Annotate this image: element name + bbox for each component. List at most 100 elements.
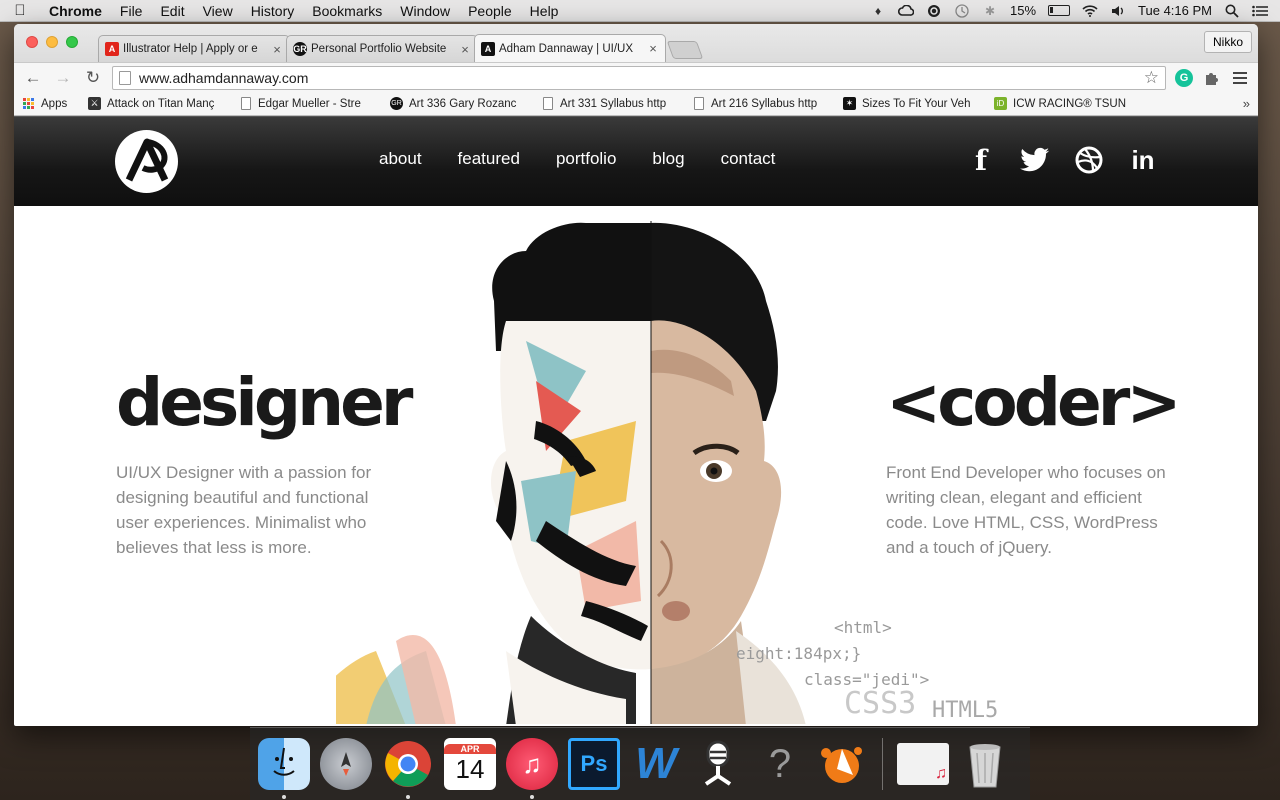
- bookmark-label: Sizes To Fit Your Veh: [862, 97, 971, 110]
- nav-blog[interactable]: blog: [652, 149, 684, 169]
- gr-icon: GR: [390, 97, 403, 110]
- tab-title: Adham Dannaway | UI/UX: [499, 42, 634, 55]
- window-zoom-button[interactable]: [66, 36, 78, 48]
- bookmark-art-331[interactable]: Art 331 Syllabus http: [541, 97, 692, 110]
- designer-heading: designer: [116, 364, 413, 441]
- dock-unknown-app-icon[interactable]: ?: [754, 738, 806, 790]
- dock-launchpad-icon[interactable]: [320, 738, 372, 790]
- bookmark-edgar-mueller[interactable]: Edgar Mueller - Stre: [239, 97, 390, 110]
- tab-strip: A Illustrator Help | Apply or e × GR Per…: [14, 24, 1258, 62]
- nav-about[interactable]: about: [379, 149, 422, 169]
- code-snippet-html5: HTML5: [932, 698, 999, 723]
- hero-section: designer UI/UX Designer with a passion f…: [14, 206, 1258, 724]
- dock-itunes-icon[interactable]: ♫: [506, 738, 558, 799]
- dock-photoshop-icon[interactable]: Ps: [568, 738, 620, 790]
- battery-percent: 15%: [1010, 3, 1037, 18]
- twitter-icon[interactable]: [1020, 145, 1050, 175]
- bookmark-icw-racing[interactable]: iD ICW RACING® TSUN: [994, 97, 1145, 110]
- dock-separator: [882, 738, 883, 790]
- ad-logo-icon: A: [481, 41, 495, 56]
- profile-button[interactable]: Nikko: [1203, 31, 1252, 53]
- dock-avast-icon[interactable]: [816, 738, 868, 790]
- social-links: f in: [966, 144, 1158, 177]
- bookmark-sizes-to-fit[interactable]: ✶ Sizes To Fit Your Veh: [843, 97, 994, 110]
- chrome-window: A Illustrator Help | Apply or e × GR Per…: [14, 24, 1258, 726]
- spotlight-search-icon[interactable]: [1224, 4, 1240, 18]
- url-text[interactable]: www.adhamdannaway.com: [139, 70, 308, 86]
- notification-center-icon[interactable]: [1252, 4, 1268, 18]
- dock-finder-icon[interactable]: [258, 738, 310, 799]
- menu-app-chrome[interactable]: Chrome: [40, 3, 111, 19]
- menu-bookmarks[interactable]: Bookmarks: [303, 3, 391, 19]
- forward-arrow-icon[interactable]: →: [52, 67, 74, 89]
- bookmark-apps[interactable]: Apps: [22, 97, 88, 110]
- chrome-menu-icon[interactable]: [1230, 68, 1250, 88]
- tab-adham-dannaway[interactable]: A Adham Dannaway | UI/UX ×: [474, 34, 666, 62]
- bookmarks-bar: Apps ⚔ Attack on Titan Manç Edgar Muelle…: [14, 92, 1258, 116]
- dock-word-icon[interactable]: W: [630, 738, 682, 790]
- coder-description: Front End Developer who focuses on writi…: [886, 463, 1166, 557]
- menu-window[interactable]: Window: [391, 3, 459, 19]
- tab-personal-portfolio[interactable]: GR Personal Portfolio Website ×: [286, 35, 478, 62]
- bookmark-label: Edgar Mueller - Stre: [258, 97, 361, 110]
- tab-title: Illustrator Help | Apply or e: [123, 43, 258, 55]
- code-snippet-html: <html>: [834, 618, 892, 637]
- menu-history[interactable]: History: [242, 3, 304, 19]
- bookmarks-overflow-chevron[interactable]: »: [1243, 96, 1250, 111]
- tab-close-icon[interactable]: ×: [271, 42, 283, 57]
- adobe-icon: A: [105, 42, 119, 56]
- doc-icon: [541, 97, 554, 110]
- dock-itunes-window-preview-icon[interactable]: ♫: [897, 743, 949, 785]
- wifi-icon[interactable]: [1082, 4, 1098, 18]
- grammarly-extension-icon[interactable]: G: [1174, 68, 1194, 88]
- code-snippet-css3: CSS3: [844, 686, 917, 721]
- tab-close-icon[interactable]: ×: [647, 41, 659, 56]
- time-machine-icon[interactable]: [954, 3, 970, 18]
- bluetooth-icon[interactable]: ✱: [982, 4, 998, 18]
- bookmark-label: Art 216 Syllabus http: [711, 97, 818, 110]
- site-header: about featured portfolio blog contact f …: [14, 116, 1258, 206]
- nav-featured[interactable]: featured: [458, 149, 520, 169]
- doc-icon: [239, 97, 252, 110]
- back-arrow-icon[interactable]: ←: [22, 67, 44, 89]
- menu-file[interactable]: File: [111, 3, 152, 19]
- dock-chrome-icon[interactable]: [382, 738, 434, 799]
- dock-podcast-icon[interactable]: [692, 738, 744, 790]
- reload-icon[interactable]: ↻: [82, 67, 104, 89]
- address-bar[interactable]: www.adhamdannaway.com ☆: [112, 65, 1166, 90]
- grammarly-status-icon[interactable]: [926, 4, 942, 18]
- creative-cloud-icon[interactable]: [898, 4, 915, 18]
- tab-close-icon[interactable]: ×: [459, 42, 471, 57]
- menu-edit[interactable]: Edit: [151, 3, 193, 19]
- volume-icon[interactable]: [1110, 4, 1126, 18]
- puzzle-extension-icon[interactable]: [1202, 68, 1222, 88]
- notification-bell-icon[interactable]: ♦: [870, 4, 886, 18]
- ad-logo[interactable]: [115, 130, 178, 193]
- bookmark-art-216[interactable]: Art 216 Syllabus http: [692, 97, 843, 110]
- calendar-day: 14: [455, 753, 485, 784]
- bookmark-art-336[interactable]: GR Art 336 Gary Rozanc: [390, 97, 541, 110]
- menubar-clock[interactable]: Tue 4:16 PM: [1138, 3, 1212, 18]
- window-controls: [26, 36, 78, 48]
- window-close-button[interactable]: [26, 36, 38, 48]
- apple-menu-icon[interactable]: : [0, 2, 40, 19]
- dock-calendar-icon[interactable]: APR 14: [444, 738, 496, 790]
- dock-trash-icon[interactable]: [959, 738, 1011, 790]
- bookmark-label: ICW RACING® TSUN: [1013, 97, 1127, 110]
- nav-portfolio[interactable]: portfolio: [556, 149, 616, 169]
- facebook-icon[interactable]: f: [966, 144, 996, 177]
- mac-dock: APR 14 ♫ Ps W ? ♫: [250, 727, 1030, 800]
- linkedin-icon[interactable]: in: [1128, 145, 1158, 175]
- new-tab-button[interactable]: [666, 41, 704, 59]
- nav-contact[interactable]: contact: [721, 149, 776, 169]
- bookmark-attack-on-titan[interactable]: ⚔ Attack on Titan Manç: [88, 97, 239, 110]
- menu-view[interactable]: View: [194, 3, 242, 19]
- dribbble-icon[interactable]: [1074, 145, 1104, 175]
- battery-icon[interactable]: [1048, 5, 1071, 16]
- coder-heading: <coder>: [886, 364, 1182, 441]
- menu-people[interactable]: People: [459, 3, 521, 19]
- menu-help[interactable]: Help: [521, 3, 568, 19]
- tab-illustrator-help[interactable]: A Illustrator Help | Apply or e ×: [98, 35, 290, 62]
- window-minimize-button[interactable]: [46, 36, 58, 48]
- bookmark-star-icon[interactable]: ☆: [1144, 68, 1159, 88]
